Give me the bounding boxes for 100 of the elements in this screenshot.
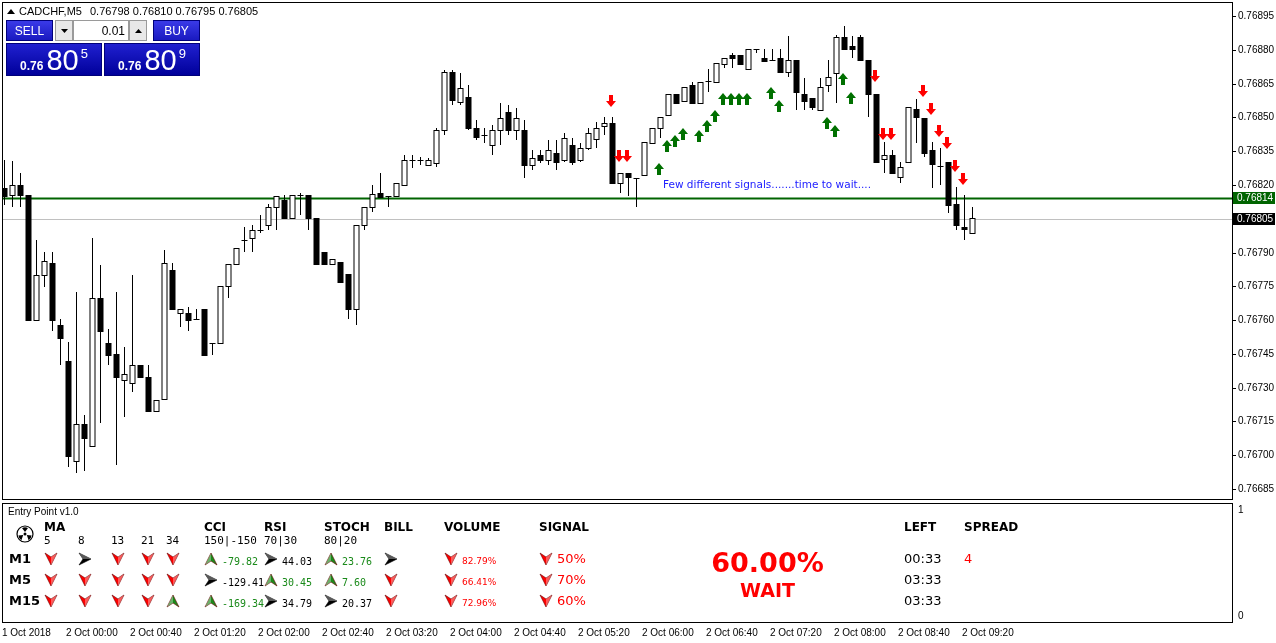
time-left-value: 03:33 [904, 592, 943, 610]
price-tick-label: 0.76715 [1233, 414, 1275, 429]
time-tick-label: 2 Oct 07:20 [770, 626, 823, 640]
down-arrow-icon [926, 103, 936, 115]
price-tick-label: 0.76895 [1233, 9, 1275, 23]
up-arrow-icon [718, 93, 728, 105]
time-tick-label: 2 Oct 08:40 [898, 626, 951, 640]
time-tick-label: 2 Oct 05:20 [578, 626, 631, 640]
time-tick-label: 2 Oct 06:40 [706, 626, 759, 640]
down-arrow-icon [934, 125, 944, 137]
down-arrow-icon [918, 85, 928, 97]
column-header: SPREAD [964, 520, 1020, 534]
column-header: MA [44, 520, 67, 534]
up-arrow-icon [678, 128, 688, 140]
parameter-label: 13 [111, 534, 126, 548]
scale-label: 1 [1238, 504, 1245, 516]
price-tick-label: 0.76685 [1233, 482, 1275, 496]
up-arrow-icon [670, 135, 680, 147]
indicator-value: 34.79 [282, 597, 313, 609]
time-tick-label: 2 Oct 08:00 [834, 626, 887, 640]
spread-value: 4 [964, 550, 974, 568]
up-arrow-icon [766, 87, 776, 99]
timeframe-label: M5 [9, 571, 32, 589]
price-tick-label: 0.76850 [1233, 110, 1275, 125]
price-tick-label: 0.76775 [1233, 279, 1275, 294]
indicator-value: 44.03 [282, 555, 313, 567]
volume-value: 66.41% [462, 576, 497, 587]
volume-value: 72.96% [462, 597, 497, 608]
price-quote: 0.76798 0.76810 0.76795 0.76805 [89, 5, 259, 17]
indicator-value: -79.82 [222, 555, 259, 567]
signal-value: 50% [557, 551, 586, 566]
price-tick-label: 0.76745 [1233, 346, 1275, 361]
time-tick-label: 2 Oct 03:20 [386, 626, 439, 640]
indicator-value: 20.37 [342, 597, 373, 609]
increase-button[interactable] [129, 20, 147, 41]
parameter-label: 8 [78, 534, 86, 548]
price-tick-label: 0.76730 [1233, 380, 1275, 395]
parameter-label: 21 [141, 534, 156, 548]
lot-size-field[interactable]: 0.01 [73, 20, 129, 41]
time-tick-label: 2 Oct 02:40 [322, 626, 375, 640]
time-tick-label: 2 Oct 00:40 [130, 626, 183, 640]
down-arrow-icon [878, 128, 888, 140]
indicator-value: 7.60 [342, 576, 367, 588]
indicator-value: 30.45 [282, 576, 313, 588]
down-arrow-icon [950, 160, 960, 172]
signal-value: 60% [557, 593, 586, 608]
time-tick-label: 2 Oct 06:00 [642, 626, 695, 640]
down-arrow-icon [886, 128, 896, 140]
collapse-icon[interactable] [7, 8, 15, 14]
level-price-tag: 0.76814 [1233, 192, 1276, 205]
column-header: STOCH [324, 520, 371, 534]
parameter-label: 70|30 [264, 534, 299, 548]
parameter-label: 150|-150 [204, 534, 258, 548]
scale-label: 0 [1238, 610, 1245, 622]
parameter-label: 80|20 [324, 534, 359, 548]
chart-annotation: Few different signals.......time to wait.... [663, 178, 872, 190]
time-tick-label: 2 Oct 09:20 [962, 626, 1015, 640]
column-header: LEFT [904, 520, 938, 534]
price-tick-label: 0.76820 [1233, 177, 1275, 192]
up-arrow-icon [694, 130, 704, 142]
up-arrow-icon [726, 93, 736, 105]
indicator-value: -129.41 [222, 576, 265, 588]
sell-button[interactable]: SELL [6, 20, 53, 41]
symbol-label: CADCHF,M5 [19, 5, 82, 17]
column-header: SIGNAL [539, 520, 590, 534]
time-tick-label: 2 Oct 01:20 [194, 626, 247, 640]
caret-up-icon[interactable] [134, 28, 142, 33]
price-tick-label: 0.76700 [1233, 448, 1275, 463]
column-header: BILL [384, 520, 414, 534]
column-header: CCI [204, 520, 228, 534]
down-arrow-icon [614, 150, 624, 162]
bid-price-tag: 0.76805 [1233, 212, 1276, 225]
up-arrow-icon [742, 93, 752, 105]
up-arrow-icon [734, 93, 744, 105]
indicator-value: 23.76 [342, 555, 373, 567]
down-arrow-icon [622, 150, 632, 162]
up-arrow-icon [838, 73, 848, 85]
column-header: RSI [264, 520, 288, 534]
price-tick-label: 0.76865 [1233, 76, 1275, 91]
timeframe-label: M1 [9, 550, 32, 568]
parameter-label: 5 [44, 534, 52, 548]
indicator-title: Entry Point v1.0 [8, 506, 80, 518]
up-arrow-icon [662, 140, 672, 152]
column-header: VOLUME [444, 520, 502, 534]
volume-value: 82.79% [462, 555, 497, 566]
buy-button[interactable]: BUY [153, 20, 200, 41]
time-tick-label: 2 Oct 02:00 [258, 626, 311, 640]
down-arrow-icon [942, 137, 952, 149]
up-arrow-icon [774, 100, 784, 112]
signal-value: 70% [557, 572, 586, 587]
time-tick-label: 2 Oct 04:40 [514, 626, 567, 640]
decrease-button[interactable] [55, 20, 73, 41]
up-arrow-icon [846, 92, 856, 104]
up-arrow-icon [830, 125, 840, 137]
time-tick-label: 1 Oct 2018 [2, 626, 52, 640]
price-tick-label: 0.76880 [1233, 42, 1275, 57]
up-arrow-icon [702, 120, 712, 132]
down-arrow-icon [606, 95, 616, 107]
up-arrow-icon [710, 110, 720, 122]
caret-down-icon[interactable] [60, 28, 68, 33]
